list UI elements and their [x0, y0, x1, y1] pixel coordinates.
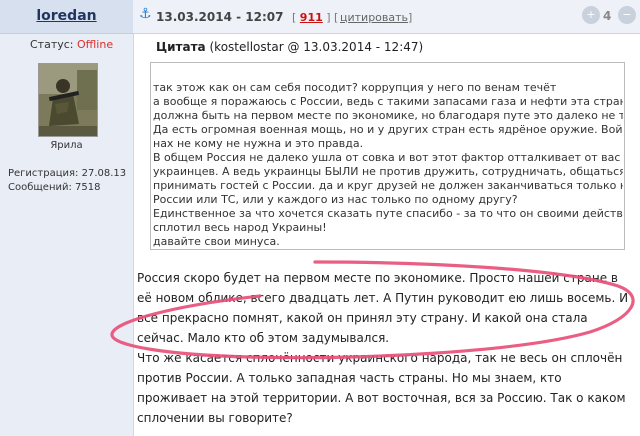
- highlight-ellipse: [110, 260, 635, 360]
